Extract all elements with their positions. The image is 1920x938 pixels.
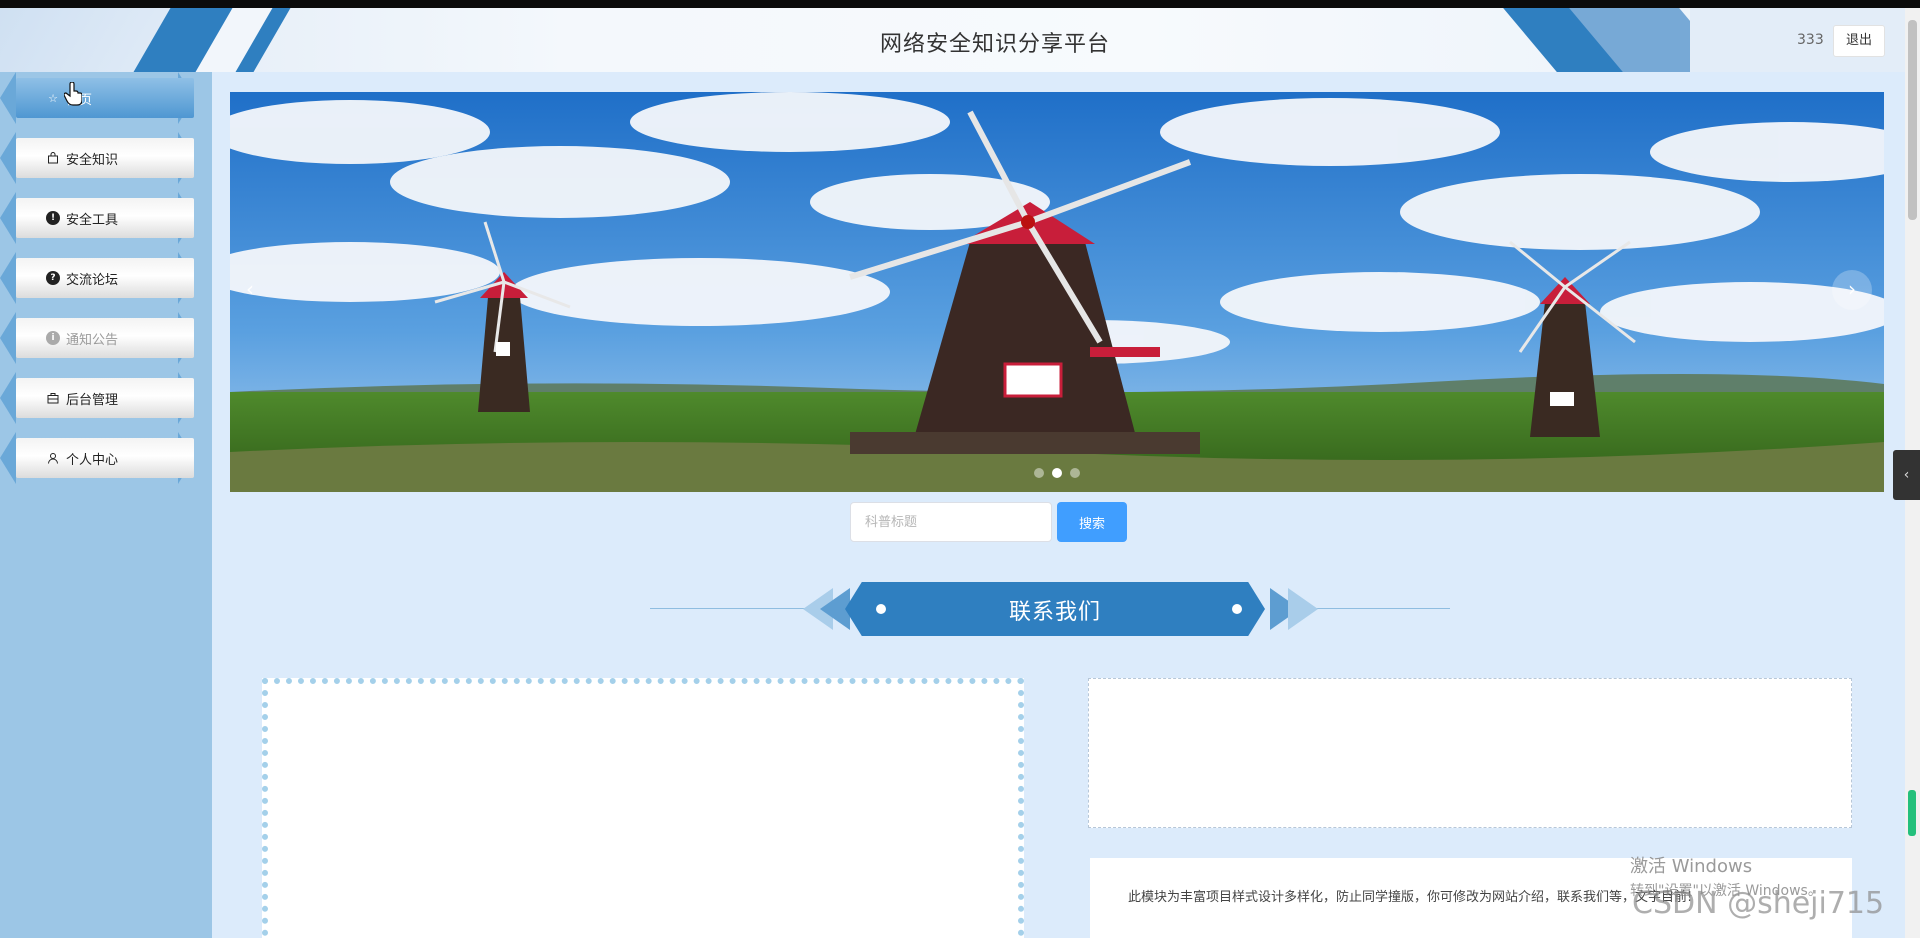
header: 网络安全知识分享平台 333 退出 [0,8,1905,72]
sidebar-item-label: 个人中心 [66,452,119,468]
sidebar-item-profile[interactable]: 个人中心 [0,432,212,484]
nav-button[interactable]: 个人中心 [16,438,194,478]
nav-bevel [0,372,16,424]
contact-image-panel [262,678,1024,938]
sidebar-item-label: 安全知识 [66,152,119,168]
nav-bevel [0,432,16,484]
sidebar-item-label: 后台管理 [66,392,119,408]
user-icon [46,451,60,465]
star-icon: ☆ [48,91,58,105]
nav-button[interactable]: ? 交流论坛 [16,258,194,298]
scrollbar-thumb[interactable] [1908,20,1917,220]
question-circle-icon: ? [46,271,60,285]
heading-line [650,608,820,609]
watermark-line: 激活 Windows [1630,856,1753,877]
intro-text: 此模块为丰富项目样式设计多样化，防止同学撞版，你可修改为网站介绍，联系我们等，文… [1128,890,1693,905]
banner-carousel[interactable]: ‹ › [230,92,1884,492]
sidebar-item-label: 安全工具 [66,212,119,228]
carousel-indicators [230,468,1884,478]
sidebar: ☆ 首页 安全知识 ! 安全工具 ? 交流论坛 i [0,72,212,938]
carousel-dot[interactable] [1070,468,1080,478]
nav-button[interactable]: 安全知识 [16,138,194,178]
logout-button[interactable]: 退出 [1833,25,1885,57]
nav-button[interactable]: ☆ 首页 [16,78,194,118]
csdn-watermark: CSDN @sheji715 [1632,886,1885,921]
side-tab-handle[interactable]: ‹ [1893,450,1920,500]
windmill-landscape-image [230,92,1884,492]
sidebar-item-forum[interactable]: ? 交流论坛 [0,252,212,304]
info-circle-icon: i [46,331,60,345]
section-heading: 联系我们 [640,580,1460,638]
section-title: 联系我们 [1008,600,1101,625]
nav-bevel [0,252,16,304]
contact-info-panel [1088,678,1852,828]
nav-button[interactable]: ! 安全工具 [16,198,194,238]
sidebar-item-label: 通知公告 [66,332,119,348]
carousel-dot[interactable] [1034,468,1044,478]
bag-icon [46,151,60,165]
hand-cursor-icon [64,82,82,106]
username: 333 [1797,32,1824,48]
briefcase-icon [46,391,60,405]
sidebar-item-home[interactable]: ☆ 首页 [0,72,212,124]
nav-bevel [0,192,16,244]
sidebar-item-label: 交流论坛 [66,272,119,288]
scroll-indicator [1908,790,1916,836]
sidebar-item-security-tools[interactable]: ! 安全工具 [0,192,212,244]
search-button[interactable]: 搜索 [1057,502,1127,542]
carousel-prev-arrow[interactable]: ‹ [230,270,270,310]
nav-bevel [0,72,16,124]
sidebar-item-security-knowledge[interactable]: 安全知识 [0,132,212,184]
carousel-dot-active[interactable] [1052,468,1062,478]
sidebar-item-admin[interactable]: 后台管理 [0,372,212,424]
nav-button[interactable]: i 通知公告 [16,318,194,358]
chevron-right-icon [1288,588,1318,630]
nav-bevel [0,132,16,184]
top-strip [0,0,1920,8]
site-title: 网络安全知识分享平台 [879,32,1110,57]
nav-bevel [0,312,16,364]
nav-button[interactable]: 后台管理 [16,378,194,418]
sidebar-item-notices[interactable]: i 通知公告 [0,312,212,364]
search-input[interactable] [850,502,1052,542]
info-circle-icon: ! [46,211,60,225]
carousel-next-arrow[interactable]: › [1832,270,1872,310]
